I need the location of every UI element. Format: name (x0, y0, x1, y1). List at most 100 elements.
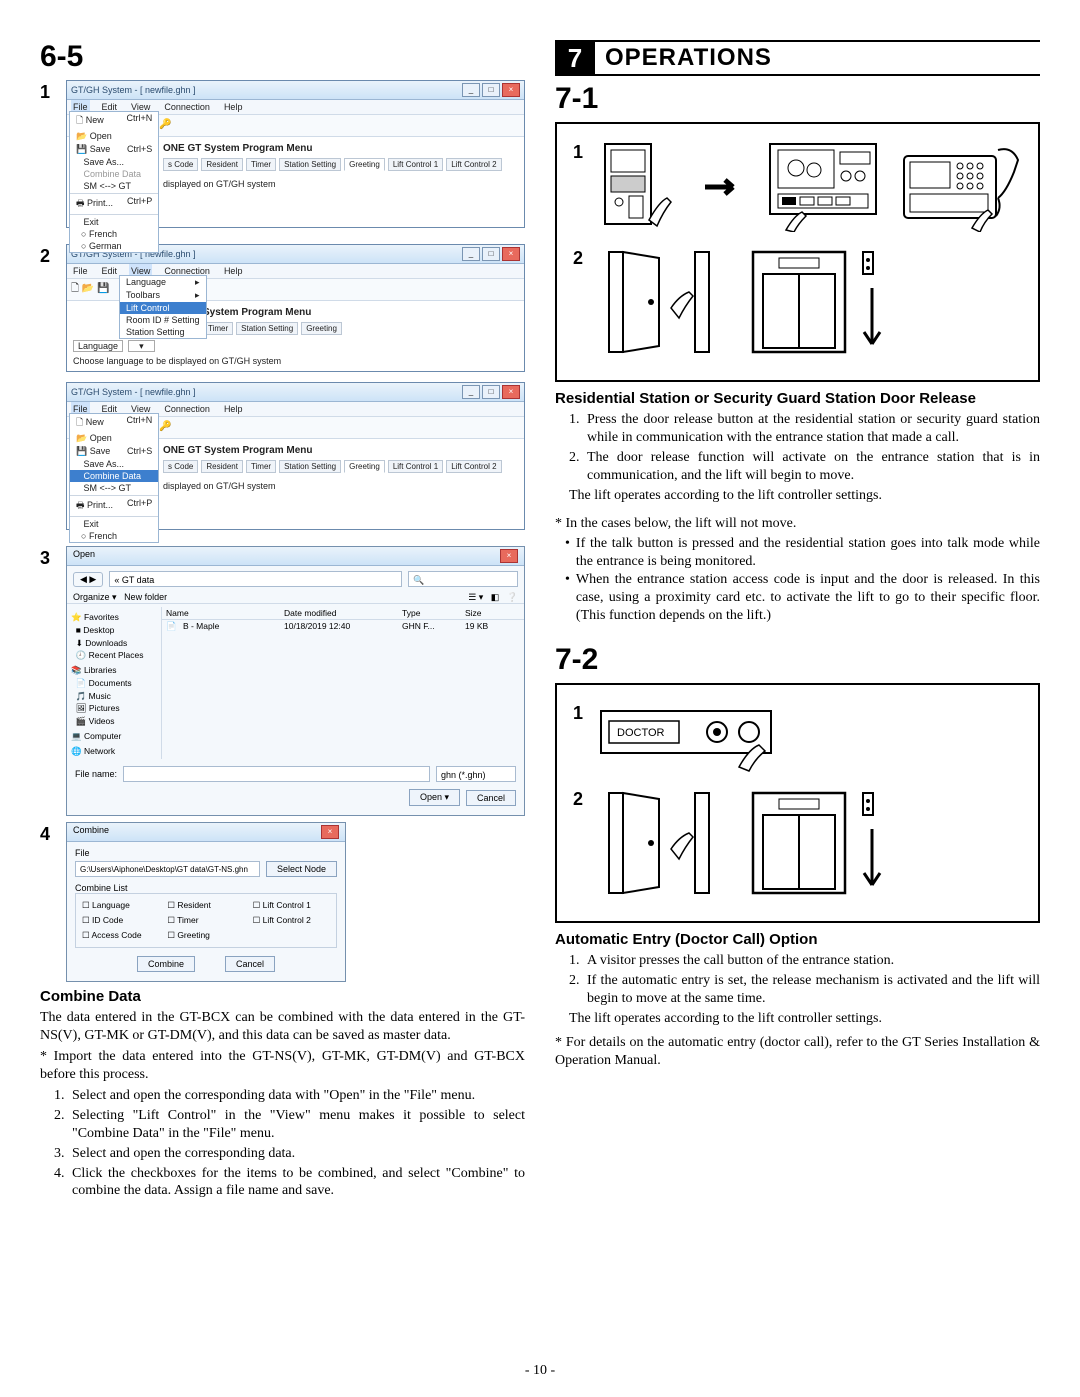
menu-new[interactable]: 🗋 NewCtrl+N (70, 414, 158, 432)
menu-language[interactable]: Language▸ (120, 276, 206, 289)
search-field[interactable]: 🔍 (408, 571, 518, 587)
menu-save-as[interactable]: Save As... (70, 458, 158, 470)
combine-button[interactable]: Combine (137, 956, 195, 972)
tab-lift2[interactable]: Lift Control 2 (446, 460, 501, 473)
menu-room-id[interactable]: Room ID # Setting (120, 314, 206, 326)
menu-sm-gt[interactable]: SM <--> GT (70, 180, 158, 192)
step-1-num: 1 (40, 80, 58, 238)
menu-edit[interactable]: Edit (100, 264, 120, 278)
chk-idcode[interactable]: ☐ ID Code (82, 915, 159, 926)
tab-lift1[interactable]: Lift Control 1 (388, 158, 443, 171)
minimize-icon[interactable]: _ (462, 83, 480, 97)
combine-step-3: Select and open the corresponding data. (72, 1145, 295, 1163)
file-row[interactable]: 📄 B - Maple 10/18/2019 12:40 GHN F... 19… (162, 620, 524, 633)
menu-french[interactable]: ○ French (70, 228, 158, 240)
menu-help[interactable]: Help (222, 264, 245, 278)
diagram-7-1-step-1: 1 (573, 142, 589, 163)
tab-timer[interactable]: Timer (203, 322, 233, 335)
combine-note: * Import the data entered into the GT-NS… (40, 1048, 525, 1084)
close-icon[interactable]: × (502, 247, 520, 261)
menu-exit[interactable]: Exit (70, 518, 158, 530)
menu-save[interactable]: 💾 SaveCtrl+S (70, 445, 158, 458)
tab-station[interactable]: Station Setting (279, 158, 341, 171)
menu-combine-data-hi[interactable]: Combine Data (70, 470, 158, 482)
tab-code[interactable]: s Code (163, 158, 198, 171)
menu-connection[interactable]: Connection (162, 100, 212, 114)
p71-2: The door release function will activate … (587, 449, 1040, 485)
heading-7-1: Residential Station or Security Guard St… (555, 390, 1040, 407)
combine-cancel-button[interactable]: Cancel (225, 956, 275, 972)
chk-resident[interactable]: ☐ Resident (167, 900, 244, 911)
menu-toolbars[interactable]: Toolbars▸ (120, 289, 206, 302)
menu-help[interactable]: Help (222, 402, 245, 416)
note72: * For details on the automatic entry (do… (555, 1034, 1040, 1070)
file-name-input[interactable] (123, 766, 430, 782)
tab-timer[interactable]: Timer (246, 158, 276, 171)
lang-combo[interactable]: Language (73, 340, 123, 352)
p72-1: A visitor presses the call button of the… (587, 952, 894, 970)
section-7-1: 7-1 (555, 82, 1040, 116)
tab-greeting[interactable]: Greeting (301, 322, 342, 335)
chk-greeting[interactable]: ☐ Greeting (167, 930, 244, 941)
close-icon[interactable]: × (500, 549, 518, 563)
organize-button[interactable]: Organize ▾ (73, 592, 117, 602)
menu-sm-gt[interactable]: SM <--> GT (70, 482, 158, 494)
close-icon[interactable]: × (502, 385, 520, 399)
menu-print[interactable]: 🖶 Print...Ctrl+P (70, 497, 158, 515)
open-button[interactable]: Open ▾ (409, 789, 460, 806)
chk-access[interactable]: ☐ Access Code (82, 930, 159, 941)
tab-code[interactable]: s Code (163, 460, 198, 473)
maximize-icon[interactable]: □ (482, 385, 500, 399)
minimize-icon[interactable]: _ (462, 385, 480, 399)
tab-resident[interactable]: Resident (201, 158, 243, 171)
menu-connection[interactable]: Connection (162, 402, 212, 416)
maximize-icon[interactable]: □ (482, 247, 500, 261)
minimize-icon[interactable]: _ (462, 247, 480, 261)
screenshot-step2b-window: GT/GH System - [ newfile.ghn ] _ □ × Fil… (66, 382, 525, 530)
tab-lift1[interactable]: Lift Control 1 (388, 460, 443, 473)
combine-file-path[interactable]: G:\Users\Aiphone\Desktop\GT data\GT-NS.g… (75, 861, 260, 877)
menu-save[interactable]: 💾 SaveCtrl+S (70, 143, 158, 156)
tab-resident[interactable]: Resident (201, 460, 243, 473)
cancel-button[interactable]: Cancel (466, 790, 516, 806)
new-folder-button[interactable]: New folder (124, 592, 167, 602)
tab-station[interactable]: Station Setting (236, 322, 298, 335)
menu-exit[interactable]: Exit (70, 216, 158, 228)
maximize-icon[interactable]: □ (482, 83, 500, 97)
file-name-label: File name: (75, 769, 117, 779)
menu-lift-control[interactable]: Lift Control (120, 302, 206, 314)
menu-print[interactable]: 🖶 Print...Ctrl+P (70, 195, 158, 213)
path-field[interactable]: « GT data (109, 571, 402, 587)
chk-lift1[interactable]: ☐ Lift Control 1 (253, 900, 330, 911)
close-icon[interactable]: × (321, 825, 339, 839)
select-node-button[interactable]: Select Node (266, 861, 337, 877)
menu-new[interactable]: 🗋 NewCtrl+N (70, 112, 158, 130)
menu-file[interactable]: File (71, 264, 90, 278)
menu-german[interactable]: ○ German (70, 240, 158, 252)
menu-open[interactable]: 📂 Open (70, 130, 158, 143)
menu-save-as[interactable]: Save As... (70, 156, 158, 168)
chk-lift2[interactable]: ☐ Lift Control 2 (253, 915, 330, 926)
chk-language[interactable]: ☐ Language (82, 900, 159, 911)
window-title: GT/GH System - [ newfile.ghn ] (71, 85, 196, 95)
close-icon[interactable]: × (502, 83, 520, 97)
tab-timer[interactable]: Timer (246, 460, 276, 473)
menu-french[interactable]: ○ French (70, 530, 158, 542)
menu-station-setting[interactable]: Station Setting (120, 326, 206, 338)
combine-title: Combine (73, 825, 109, 839)
section-6-5: 6-5 (40, 40, 525, 74)
open-dialog-title: Open (73, 549, 95, 563)
tab-greeting[interactable]: Greeting (344, 460, 385, 473)
file-dropdown-2b: 🗋 NewCtrl+N 📂 Open 💾 SaveCtrl+S Save As.… (69, 413, 159, 543)
tab-greeting[interactable]: Greeting (344, 158, 385, 171)
step-2-num: 2 (40, 244, 58, 540)
open-sidebar: ⭐ Favorites ■ Desktop ⬇ Downloads 🕘 Rece… (67, 607, 162, 759)
menu-open[interactable]: 📂 Open (70, 432, 158, 445)
chk-timer[interactable]: ☐ Timer (167, 915, 244, 926)
lang-note-2b: displayed on GT/GH system (163, 481, 518, 491)
combine-step-2: Selecting "Lift Control" in the "View" m… (72, 1107, 525, 1143)
tab-station[interactable]: Station Setting (279, 460, 341, 473)
tab-lift2[interactable]: Lift Control 2 (446, 158, 501, 171)
menu-help[interactable]: Help (222, 100, 245, 114)
filter-select[interactable]: ghn (*.ghn) (436, 766, 516, 782)
